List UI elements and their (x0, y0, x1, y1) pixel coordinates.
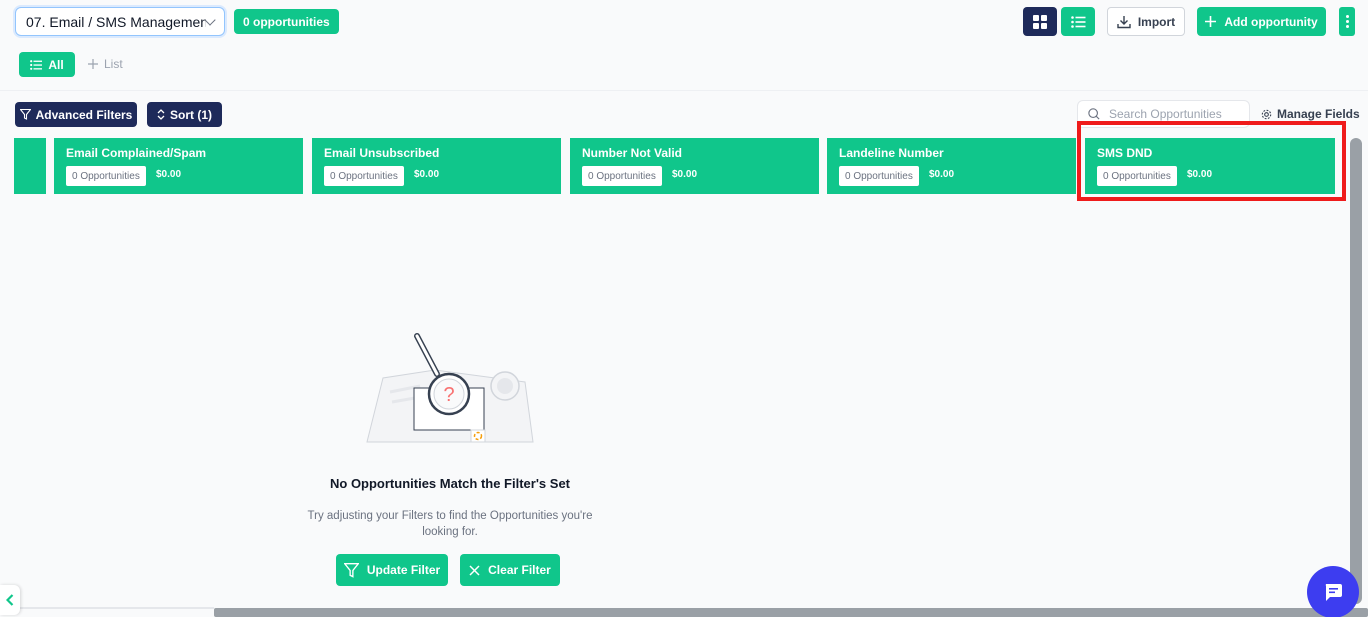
stage-amount: $0.00 (156, 169, 182, 180)
stage-landline-number: Landeline Number 0 Opportunities $0.00 (827, 138, 1076, 194)
stage-strip (14, 138, 46, 194)
filter-icon (19, 109, 31, 120)
sort-button[interactable]: Sort (1) (147, 102, 222, 127)
kebab-dot-icon (1345, 20, 1349, 23)
stage-name: Email Complained/Spam (66, 146, 207, 160)
stage-opportunity-count: 0 Opportunities (839, 166, 919, 186)
magnifier-illustration-icon: ? (366, 333, 534, 443)
add-list-button[interactable]: List (88, 57, 123, 71)
update-filter-button[interactable]: Update Filter (336, 554, 448, 586)
chevron-down-icon (204, 13, 216, 26)
tab-all[interactable]: All (19, 52, 75, 77)
chat-icon (1325, 584, 1342, 601)
search-input[interactable] (1109, 107, 1239, 121)
import-label: Import (1137, 14, 1176, 29)
manage-fields-label: Manage Fields (1277, 107, 1360, 121)
opportunity-count-badge: 0 opportunities (234, 9, 339, 34)
bottom-divider (0, 607, 214, 609)
gear-icon (1261, 109, 1272, 119)
more-options-button[interactable] (1339, 7, 1355, 36)
add-list-label: List (104, 57, 123, 71)
vertical-scrollbar[interactable] (1350, 138, 1362, 604)
horizontal-scrollbar[interactable] (214, 608, 1368, 617)
header-divider (0, 90, 1368, 91)
plus-icon (88, 59, 98, 69)
search-icon (1088, 108, 1100, 120)
pipeline-select[interactable]: 07. Email / SMS Management (15, 7, 225, 36)
highlight-box (1077, 121, 1346, 201)
stage-name: Landeline Number (839, 146, 944, 160)
list-icon (1070, 15, 1085, 28)
stage-opportunity-count: 0 Opportunities (324, 166, 404, 186)
stage-amount: $0.00 (929, 169, 955, 180)
add-opportunity-label: Add opportunity (1224, 14, 1318, 29)
pipeline-select-label: 07. Email / SMS Management (26, 13, 206, 30)
advanced-filters-label: Advanced Filters (35, 107, 133, 122)
close-icon (469, 564, 480, 576)
empty-state-title: No Opportunities Match the Filter's Set (330, 476, 570, 491)
chevron-left-icon (6, 594, 14, 606)
stage-opportunity-count: 0 Opportunities (582, 166, 662, 186)
plus-icon (1205, 16, 1217, 27)
add-opportunity-button[interactable]: Add opportunity (1197, 7, 1326, 36)
update-filter-label: Update Filter (366, 563, 441, 577)
svg-text:?: ? (443, 384, 454, 406)
clear-filter-button[interactable]: Clear Filter (460, 554, 560, 586)
kebab-dot-icon (1345, 15, 1349, 18)
collapse-sidebar-button[interactable] (0, 585, 20, 615)
sort-icon (157, 109, 165, 120)
board-view-button[interactable] (1023, 7, 1057, 36)
import-button[interactable]: Import (1107, 7, 1185, 36)
list-icon (30, 59, 43, 70)
clear-filter-label: Clear Filter (488, 563, 551, 577)
filter-icon (343, 562, 359, 578)
chat-widget-button[interactable] (1307, 566, 1359, 617)
advanced-filters-button[interactable]: Advanced Filters (15, 102, 137, 127)
empty-state-description: Try adjusting your Filters to find the O… (307, 510, 593, 538)
stage-amount: $0.00 (414, 169, 440, 180)
stage-email-unsubscribed: Email Unsubscribed 0 Opportunities $0.00 (312, 138, 561, 194)
download-icon (1117, 15, 1131, 28)
kebab-dot-icon (1345, 25, 1349, 28)
stage-email-complained: Email Complained/Spam 0 Opportunities $0… (54, 138, 303, 194)
stage-name: Email Unsubscribed (324, 146, 440, 160)
stage-amount: $0.00 (672, 169, 698, 180)
list-view-button[interactable] (1061, 7, 1095, 36)
manage-fields-button[interactable]: Manage Fields (1261, 107, 1360, 121)
stage-name: Number Not Valid (582, 146, 683, 160)
sort-label: Sort (1) (170, 107, 212, 122)
stage-number-not-valid: Number Not Valid 0 Opportunities $0.00 (570, 138, 819, 194)
tab-all-label: All (48, 57, 64, 72)
stage-opportunity-count: 0 Opportunities (66, 166, 146, 186)
grid-icon (1033, 14, 1047, 29)
top-bar: 07. Email / SMS Management 0 opportuniti… (0, 0, 1368, 90)
